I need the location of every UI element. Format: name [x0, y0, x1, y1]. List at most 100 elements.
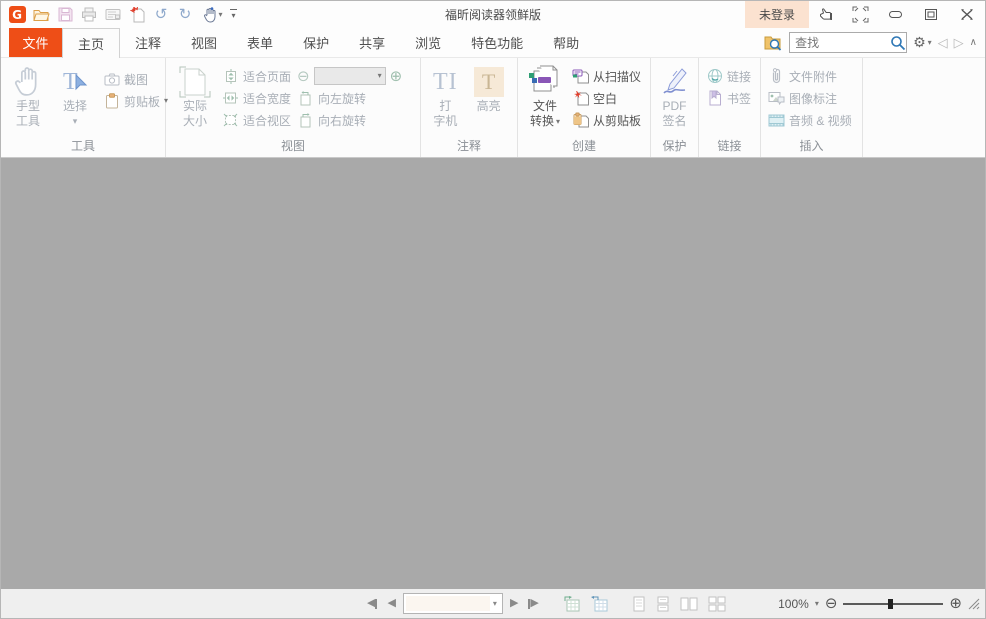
zoom-combo-caret-icon: ▾ — [378, 72, 382, 80]
search-box — [789, 32, 907, 53]
file-attachment-button[interactable]: 文件附件 — [768, 66, 852, 86]
tab-comment[interactable]: 注释 — [120, 28, 176, 57]
minimize-button[interactable] — [877, 1, 913, 28]
facing-mode-button[interactable] — [680, 596, 698, 612]
search-in-files-icon[interactable] — [764, 35, 783, 51]
tab-browse[interactable]: 浏览 — [400, 28, 456, 57]
image-annotation-button[interactable]: 图像标注 — [768, 88, 852, 108]
save-icon[interactable] — [54, 4, 76, 26]
tab-features[interactable]: 特色功能 — [456, 28, 538, 57]
ribbon-empty-space — [863, 58, 985, 157]
pdf-sign-icon — [660, 65, 690, 99]
status-bar: ◀ ◀ ▾ ▶ ▶ — [1, 589, 985, 618]
continuous-facing-mode-button[interactable] — [708, 596, 726, 612]
snapshot-button[interactable]: 截图 — [103, 69, 168, 89]
tab-file[interactable]: 文件 — [9, 28, 62, 57]
tab-help[interactable]: 帮助 — [538, 28, 594, 57]
fit-page-icon — [222, 68, 239, 84]
group-label-create: 创建 — [518, 138, 650, 157]
undo-icon[interactable]: ↺ — [150, 4, 172, 26]
print-icon[interactable] — [78, 4, 100, 26]
zoom-out-icon[interactable]: ⊖ — [297, 69, 310, 84]
tab-view[interactable]: 视图 — [176, 28, 232, 57]
group-label-insert: 插入 — [761, 138, 862, 157]
zoom-level-value[interactable]: 100% — [778, 597, 809, 611]
camera-icon — [103, 71, 120, 87]
next-page-button[interactable]: ▶ — [507, 594, 521, 614]
maximize-button[interactable] — [913, 1, 949, 28]
open-file-icon[interactable] — [30, 4, 52, 26]
ribbon-tab-row: 文件 主页 注释 视图 表单 保护 共享 浏览 特色功能 帮助 ⚙ ▾ ◁ ▷ … — [1, 28, 985, 58]
search-input[interactable] — [790, 36, 890, 50]
link-button[interactable]: 链接 — [706, 66, 751, 86]
tab-home[interactable]: 主页 — [62, 28, 120, 58]
single-page-mode-button[interactable] — [632, 596, 646, 612]
continuous-mode-button[interactable] — [656, 596, 670, 612]
zoom-in-icon[interactable]: ⊕ — [390, 69, 403, 84]
rotate-left-button[interactable]: 向左旋转 — [297, 88, 402, 108]
group-label-protect: 保护 — [651, 138, 698, 157]
zoom-slider-handle[interactable] — [888, 599, 893, 609]
page-number-combo[interactable]: ▾ — [403, 593, 503, 614]
previous-page-button[interactable]: ◀ — [384, 594, 398, 614]
tab-share[interactable]: 共享 — [344, 28, 400, 57]
pdf-sign-button[interactable]: PDF 签名 — [656, 63, 694, 131]
zoom-slider[interactable] — [843, 598, 943, 610]
first-page-button[interactable]: ◀ — [364, 594, 380, 614]
typewriter-button[interactable]: TI 打 字机 — [429, 63, 462, 131]
zoom-out-button[interactable]: ⊖ — [825, 596, 838, 611]
bookmark-icon — [706, 90, 723, 106]
resize-grip-icon[interactable] — [968, 598, 980, 610]
highlight-button[interactable]: T 高亮 — [470, 63, 508, 116]
file-convert-icon — [528, 65, 562, 99]
zoom-controls-row: ⊖ ▾ ⊕ — [297, 66, 402, 86]
group-protect: PDF 签名 保护 — [651, 58, 699, 157]
search-icon[interactable] — [890, 35, 906, 51]
hand-tool-button[interactable]: 手型 工具 — [9, 63, 47, 131]
blank-document-button[interactable]: 空白 — [572, 88, 641, 108]
search-settings[interactable]: ⚙ ▾ — [913, 34, 932, 51]
hand-icon — [13, 65, 43, 99]
page-combo-caret-icon: ▾ — [490, 599, 500, 608]
actual-size-button[interactable]: 实际 大小 — [174, 63, 216, 131]
close-button[interactable] — [949, 1, 985, 28]
from-clipboard-button[interactable]: 从剪贴板 — [572, 110, 641, 130]
find-next-icon[interactable]: ▷ — [954, 35, 964, 51]
audio-video-button[interactable]: 音频 & 视频 — [768, 110, 852, 130]
fit-page-button[interactable]: 适合页面 — [222, 66, 291, 86]
tab-form[interactable]: 表单 — [232, 28, 288, 57]
previous-view-button[interactable] — [560, 594, 584, 614]
group-comment: TI 打 字机 T 高亮 注释 — [421, 58, 518, 157]
email-icon[interactable] — [102, 4, 124, 26]
tab-protect[interactable]: 保护 — [288, 28, 344, 57]
file-convert-button[interactable]: 文件 转换 ▾ — [524, 63, 566, 131]
group-label-view: 视图 — [166, 138, 420, 157]
app-logo-icon[interactable]: G — [6, 4, 28, 26]
layout-switch-icon[interactable] — [843, 1, 877, 28]
find-previous-icon[interactable]: ◁ — [938, 35, 948, 51]
zoom-in-button[interactable]: ⊕ — [949, 596, 962, 611]
fit-width-button[interactable]: 适合宽度 — [222, 88, 291, 108]
login-button[interactable]: 未登录 — [745, 1, 809, 28]
convert-caret-icon: ▾ — [556, 118, 560, 126]
rotate-right-icon — [297, 112, 314, 128]
globe-link-icon — [706, 68, 723, 84]
from-scanner-button[interactable]: 从扫描仪 — [572, 66, 641, 86]
new-document-icon[interactable] — [126, 4, 148, 26]
document-area[interactable] — [1, 158, 985, 589]
bookmark-button[interactable]: 书签 — [706, 88, 751, 108]
last-page-button[interactable]: ▶ — [525, 594, 541, 614]
clipboard-button[interactable]: 剪贴板 ▾ — [103, 91, 168, 111]
customize-toolbar-icon[interactable]: ▾ — [230, 9, 237, 20]
hand-tool-quick-icon[interactable]: ▾ — [198, 4, 228, 26]
redo-icon[interactable]: ↻ — [174, 4, 196, 26]
collapse-ribbon-icon[interactable]: ∧ — [970, 37, 977, 48]
zoom-level-combo[interactable]: ▾ — [314, 67, 386, 85]
hand-gesture-icon[interactable] — [809, 1, 843, 28]
fit-visible-button[interactable]: 适合视区 — [222, 110, 291, 130]
next-view-button[interactable] — [588, 594, 612, 614]
folder-open-icon — [33, 8, 50, 22]
rotate-right-button[interactable]: 向右旋转 — [297, 110, 402, 130]
zoom-level-caret-icon[interactable]: ▾ — [815, 600, 819, 608]
select-tool-button[interactable]: T 选择 ▾ — [57, 63, 93, 131]
